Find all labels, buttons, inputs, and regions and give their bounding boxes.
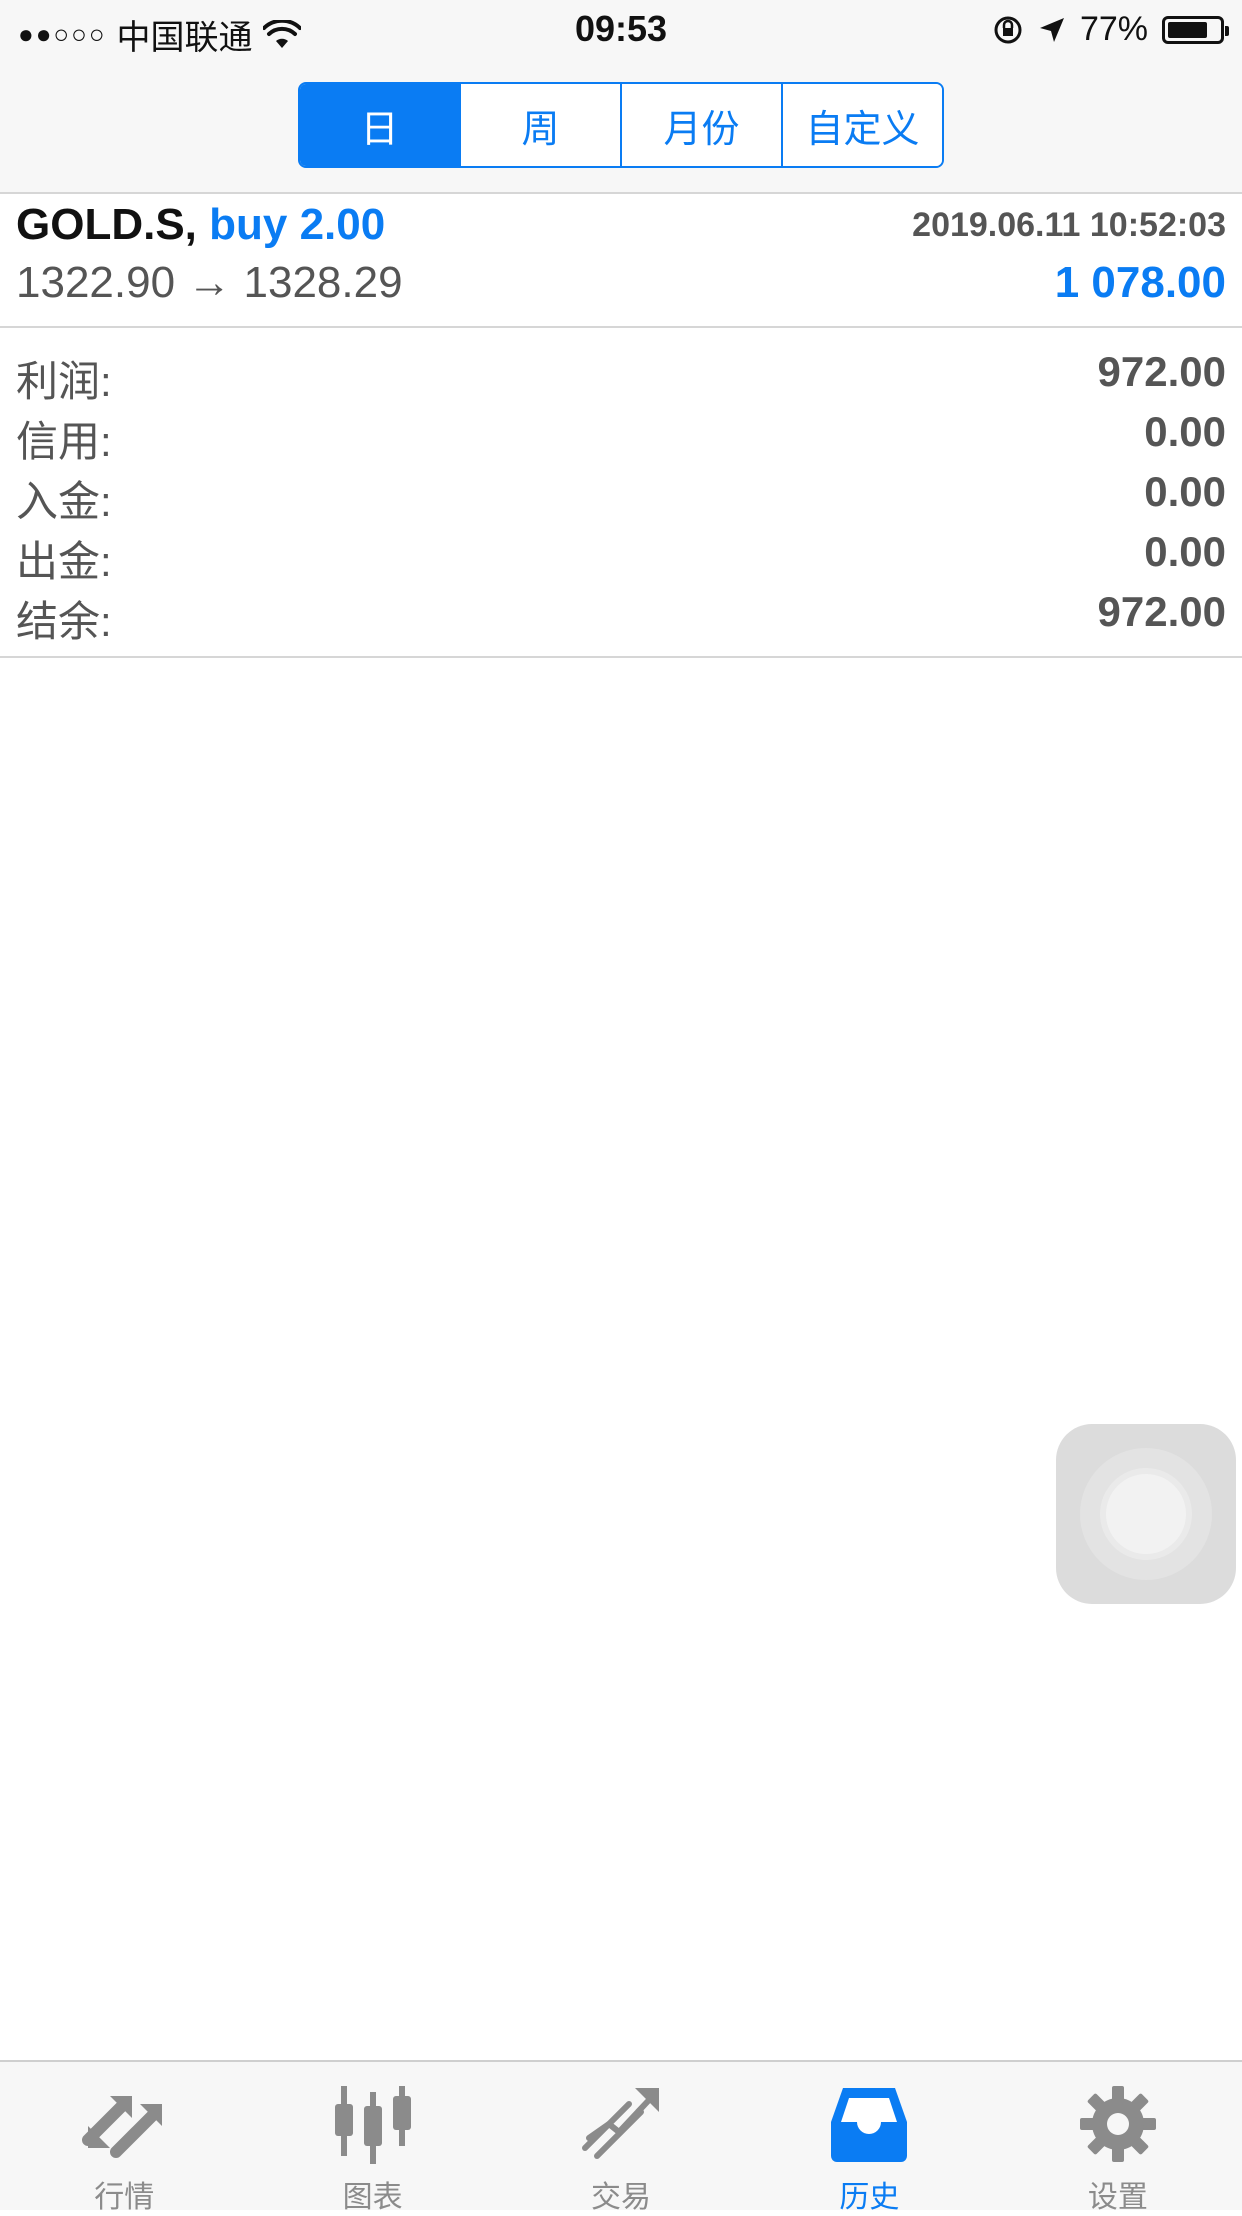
chart-icon — [334, 2086, 411, 2164]
period-tab-month[interactable]: 月份 — [620, 84, 781, 166]
period-tab-custom[interactable]: 自定义 — [781, 84, 942, 166]
period-segmented-control: 日 周 月份 自定义 — [298, 82, 944, 168]
trade-icon — [582, 2088, 660, 2159]
quotes-icon — [82, 2096, 163, 2158]
tab-chart[interactable]: 图表 — [248, 2062, 496, 2214]
summary-value: 0.00 — [1144, 468, 1226, 515]
summary-label: 出金: — [16, 538, 112, 585]
trade-datetime: 2019.06.11 10:52:03 — [912, 206, 1226, 244]
battery-fill — [1168, 21, 1207, 38]
status-left: ●●○○○ 中国联通 — [18, 10, 301, 59]
summary-row-deposit: 入金: 0.00 — [0, 462, 1242, 525]
account-summary: 利润: 972.00 信用: 0.00 入金: 0.00 出金: 0.00 结余… — [0, 328, 1242, 658]
tab-label: 设置 — [1087, 2181, 1148, 2214]
settings-icon — [1079, 2086, 1156, 2162]
summary-row-balance: 结余: 972.00 — [0, 582, 1242, 645]
trade-symbol: GOLD.S, — [16, 200, 197, 249]
assistive-ring-inner — [1106, 1474, 1186, 1554]
summary-row-profit: 利润: 972.00 — [0, 342, 1242, 405]
tab-settings[interactable]: 设置 — [994, 2062, 1242, 2214]
wifi-icon — [262, 19, 301, 48]
summary-row-withdrawal: 出金: 0.00 — [0, 522, 1242, 585]
battery-percentage: 77% — [1079, 10, 1148, 48]
summary-row-credit: 信用: 0.00 — [0, 402, 1242, 465]
summary-label: 信用: — [16, 418, 112, 465]
signal-strength-icon: ●●○○○ — [18, 19, 107, 49]
summary-label: 入金: — [16, 478, 112, 525]
trade-prices: 1322.90 → 1328.29 — [16, 258, 403, 307]
assistive-touch-button[interactable] — [1056, 1424, 1236, 1604]
summary-label: 结余: — [16, 598, 112, 645]
summary-value: 972.00 — [1097, 348, 1226, 395]
summary-value: 972.00 — [1097, 588, 1226, 635]
trade-row[interactable]: GOLD.S, buy 2.00 2019.06.11 10:52:03 132… — [0, 194, 1242, 328]
battery-icon — [1162, 15, 1229, 44]
history-header: 日 周 月份 自定义 — [0, 64, 1242, 194]
status-right: 77% — [992, 10, 1229, 49]
tab-label: 行情 — [94, 2181, 155, 2214]
summary-value: 0.00 — [1144, 408, 1226, 455]
history-icon — [831, 2088, 908, 2162]
tab-history[interactable]: 历史 — [745, 2062, 993, 2214]
tab-label: 交易 — [591, 2181, 652, 2214]
trade-profit: 1 078.00 — [1054, 258, 1226, 307]
location-arrow-icon — [1039, 17, 1064, 42]
tab-label: 历史 — [839, 2181, 900, 2214]
tab-trade[interactable]: 交易 — [497, 2062, 745, 2214]
period-tab-day[interactable]: 日 — [300, 84, 459, 166]
summary-label: 利润: — [16, 358, 112, 405]
summary-value: 0.00 — [1144, 528, 1226, 575]
status-bar: ●●○○○ 中国联通 09:53 77% — [0, 0, 1242, 64]
tab-label: 图表 — [342, 2181, 403, 2214]
bottom-tab-bar: 行情 图表 交易 历史 设置 — [0, 2060, 1242, 2214]
trade-symbol-line: GOLD.S, buy 2.00 — [16, 200, 385, 250]
trade-action: buy 2.00 — [209, 200, 386, 249]
tab-quotes[interactable]: 行情 — [0, 2062, 248, 2214]
carrier-label: 中国联通 — [116, 19, 253, 57]
rotation-lock-icon — [994, 16, 1022, 43]
period-tab-week[interactable]: 周 — [459, 84, 620, 166]
